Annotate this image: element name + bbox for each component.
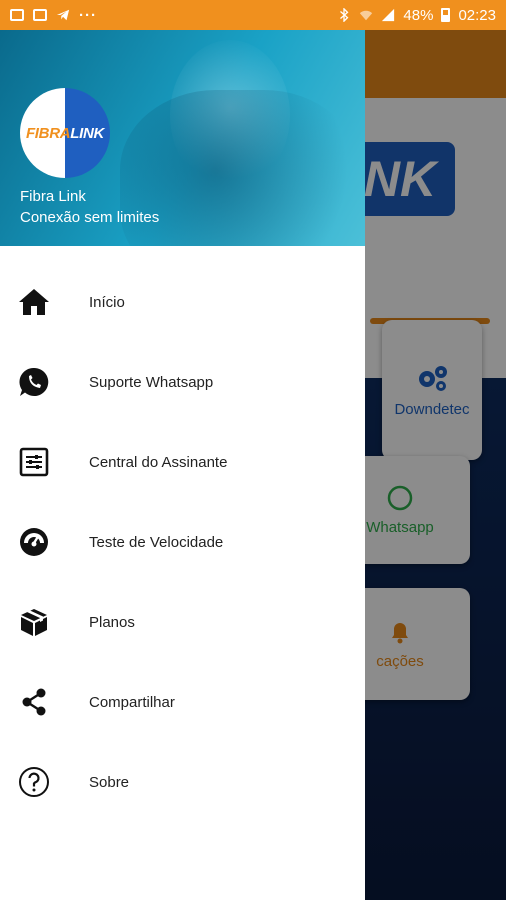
telegram-icon bbox=[56, 9, 70, 21]
speedometer-icon bbox=[18, 526, 50, 558]
brand-logo-part1: FIBRA bbox=[25, 124, 71, 142]
menu-item-label: Início bbox=[89, 293, 125, 311]
menu-item-central-do-assinante[interactable]: Central do Assinante bbox=[0, 422, 365, 502]
battery-icon bbox=[441, 8, 451, 22]
home-icon bbox=[18, 286, 50, 318]
menu-item-label: Central do Assinante bbox=[89, 453, 228, 471]
menu-item-compartilhar[interactable]: Compartilhar bbox=[0, 662, 365, 742]
menu-item-label: Teste de Velocidade bbox=[89, 533, 224, 551]
menu-item-label: Sobre bbox=[89, 773, 130, 791]
box-icon bbox=[18, 606, 50, 638]
settings-sliders-icon bbox=[18, 446, 50, 478]
wifi-icon bbox=[360, 10, 373, 21]
menu-item-suporte-whatsapp[interactable]: Suporte Whatsapp bbox=[0, 342, 365, 422]
clock: 02:23 bbox=[458, 6, 496, 24]
drawer-menu: Início Suporte Whatsapp Central do Assin… bbox=[0, 262, 365, 822]
menu-item-label: Planos bbox=[89, 613, 135, 631]
brand-logo-part2: LINK bbox=[70, 124, 105, 142]
whatsapp-icon bbox=[18, 366, 50, 398]
brand-logo-text: FIBRALINK bbox=[26, 125, 104, 142]
navigation-drawer: FIBRALINK Fibra Link Conexão sem limites… bbox=[0, 30, 365, 900]
menu-item-inicio[interactable]: Início bbox=[0, 262, 365, 342]
menu-item-label: Compartilhar bbox=[89, 693, 175, 711]
more-notifications-icon: ··· bbox=[79, 6, 97, 24]
menu-item-teste-de-velocidade[interactable]: Teste de Velocidade bbox=[0, 502, 365, 582]
brand-logo: FIBRALINK bbox=[20, 88, 110, 178]
gallery-notification-icon bbox=[10, 9, 24, 21]
menu-item-sobre[interactable]: Sobre bbox=[0, 742, 365, 822]
app-notification-icon bbox=[33, 9, 47, 21]
battery-percent: 48% bbox=[403, 6, 434, 24]
signal-icon bbox=[382, 8, 395, 22]
drawer-subtitle: Conexão sem limites bbox=[20, 209, 160, 226]
bluetooth-icon bbox=[340, 8, 349, 22]
menu-item-label: Suporte Whatsapp bbox=[89, 373, 214, 391]
status-bar: ··· 48% 02:23 bbox=[0, 0, 506, 30]
help-circle-icon bbox=[18, 766, 50, 798]
share-icon bbox=[18, 686, 50, 718]
drawer-header: FIBRALINK Fibra Link Conexão sem limites bbox=[0, 30, 365, 246]
menu-item-planos[interactable]: Planos bbox=[0, 582, 365, 662]
drawer-title: Fibra Link bbox=[20, 188, 86, 205]
